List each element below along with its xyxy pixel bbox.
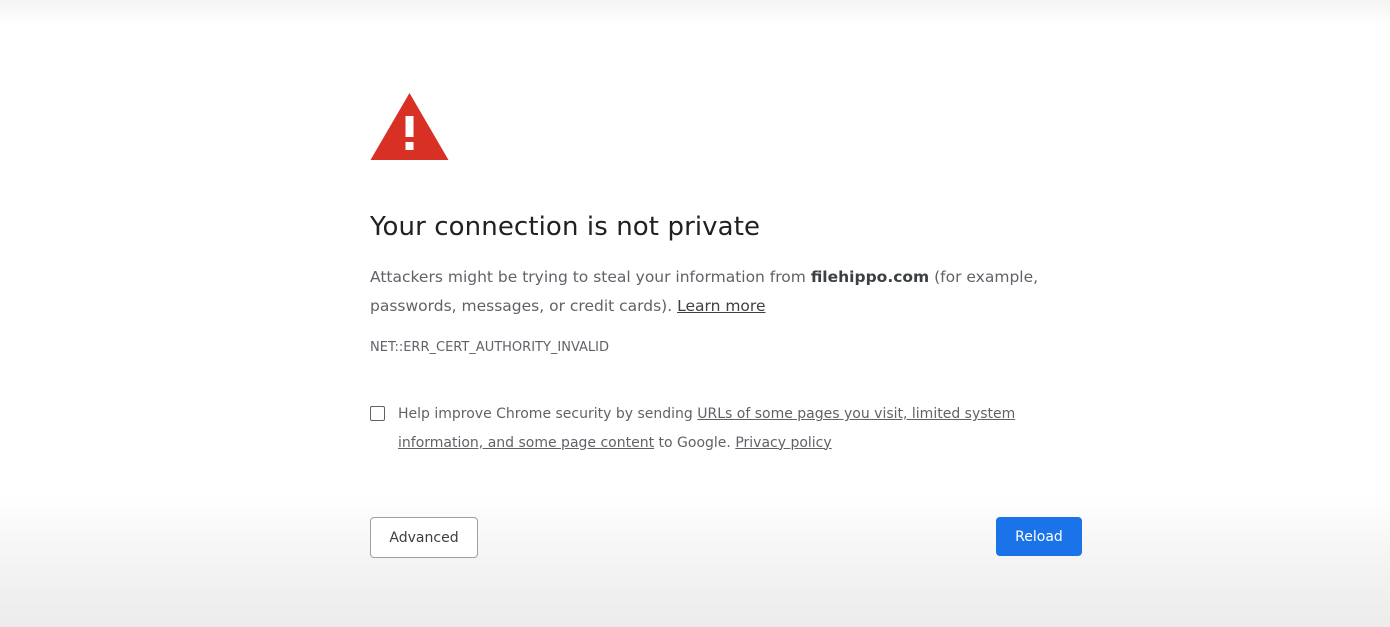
warning-triangle-icon <box>370 93 449 160</box>
advanced-button[interactable]: Advanced <box>370 517 478 558</box>
opt-in-text: Help improve Chrome security by sending … <box>398 400 1058 457</box>
main-message: Attackers might be trying to steal your … <box>370 263 1082 320</box>
reload-button[interactable]: Reload <box>996 517 1082 556</box>
opt-in-label-continued: to Google. <box>654 434 736 451</box>
privacy-policy-link[interactable]: Privacy policy <box>735 435 831 451</box>
opt-in-label: Help improve Chrome security by sending <box>398 406 698 422</box>
host-name: filehippo.com <box>810 268 930 286</box>
error-code: NET::ERR_CERT_AUTHORITY_INVALID <box>370 340 610 355</box>
extended-reporting-checkbox[interactable] <box>370 406 385 421</box>
message-text: Attackers might be trying to steal your … <box>370 268 811 286</box>
page-title: Your connection is not private <box>370 212 761 242</box>
ssl-interstitial: Your connection is not private Attackers… <box>370 0 1082 627</box>
learn-more-link[interactable]: Learn more <box>677 297 765 315</box>
